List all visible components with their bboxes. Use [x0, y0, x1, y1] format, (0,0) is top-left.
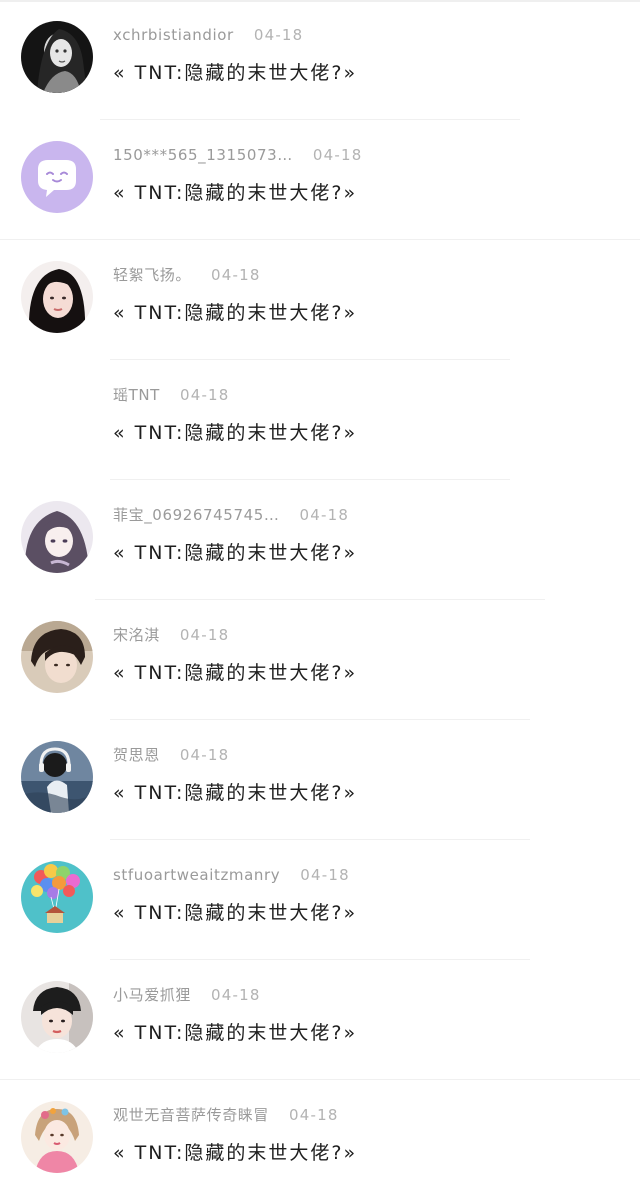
- comment-title[interactable]: « TNT:隐藏的末世大佬?»: [113, 1138, 357, 1168]
- comment-title[interactable]: « TNT:隐藏的末世大佬?»: [113, 538, 357, 568]
- username[interactable]: 小马爱抓狸: [113, 986, 191, 1004]
- list-item[interactable]: 观世无音菩萨传奇睐冒 04-18 « TNT:隐藏的末世大佬?»: [0, 1080, 640, 1177]
- comment-date: 04-18: [211, 266, 261, 284]
- username[interactable]: 轻絮飞扬。: [113, 266, 191, 284]
- comment-date: 04-18: [179, 746, 230, 764]
- username[interactable]: 宋洺淇: [113, 626, 160, 644]
- comment-list: xchrbistiandior 04-18 « TNT:隐藏的末世大佬?» 150…: [0, 0, 640, 1177]
- comment-date: 04-18: [179, 626, 230, 644]
- comment-date: 04-18: [253, 26, 304, 44]
- list-item[interactable]: stfuoartweaitzmanry 04-18 « TNT:隐藏的末世大佬?»: [0, 840, 640, 960]
- comment-date: 04-18: [179, 386, 230, 404]
- headphones-person-avatar-icon[interactable]: [21, 741, 93, 813]
- comment-title[interactable]: « TNT:隐藏的末世大佬?»: [113, 1018, 357, 1048]
- comment-title[interactable]: « TNT:隐藏的末世大佬?»: [113, 418, 357, 448]
- list-item[interactable]: 瑶TNT 04-18 « TNT:隐藏的末世大佬?»: [0, 360, 640, 480]
- girl-portrait-avatar-icon[interactable]: [21, 261, 93, 333]
- list-item[interactable]: 轻絮飞扬。 04-18 « TNT:隐藏的末世大佬?»: [0, 240, 640, 360]
- list-item[interactable]: 小马爱抓狸 04-18 « TNT:隐藏的末世大佬?»: [0, 960, 640, 1080]
- boy-with-hat-avatar-icon[interactable]: [21, 981, 93, 1053]
- username[interactable]: stfuoartweaitzmanry: [113, 866, 280, 884]
- comment-title[interactable]: « TNT:隐藏的末世大佬?»: [113, 58, 357, 88]
- comment-date: 04-18: [300, 866, 350, 884]
- comment-title[interactable]: « TNT:隐藏的末世大佬?»: [113, 778, 357, 808]
- username[interactable]: 观世无音菩萨传奇睐冒: [113, 1106, 269, 1124]
- comment-date: 04-18: [299, 506, 350, 524]
- username[interactable]: xchrbistiandior: [113, 26, 234, 44]
- username[interactable]: 贺思恩: [113, 746, 160, 764]
- comment-date: 04-18: [289, 1106, 339, 1124]
- comment-date: 04-18: [211, 986, 261, 1004]
- comment-date: 04-18: [312, 146, 363, 164]
- list-item[interactable]: 宋洺淇 04-18 « TNT:隐藏的末世大佬?»: [0, 600, 640, 720]
- username[interactable]: 150***565_1315073…: [113, 146, 293, 164]
- comment-title[interactable]: « TNT:隐藏的末世大佬?»: [113, 298, 357, 328]
- girl-dark-avatar-icon[interactable]: [21, 21, 93, 93]
- username[interactable]: 瑶TNT: [113, 386, 160, 404]
- comment-title[interactable]: « TNT:隐藏的末世大佬?»: [113, 658, 357, 688]
- anime-girl-avatar-icon[interactable]: [21, 501, 93, 573]
- list-item[interactable]: 150***565_1315073… 04-18 « TNT:隐藏的末世大佬?»: [0, 120, 640, 240]
- comment-title[interactable]: « TNT:隐藏的末世大佬?»: [113, 898, 357, 928]
- doll-pink-avatar-icon[interactable]: [21, 1101, 93, 1173]
- username[interactable]: 菲宝_06926745745…: [113, 506, 279, 524]
- list-item[interactable]: 菲宝_06926745745… 04-18 « TNT:隐藏的末世大佬?»: [0, 480, 640, 600]
- list-item[interactable]: 贺思恩 04-18 « TNT:隐藏的末世大佬?»: [0, 720, 640, 840]
- balloon-house-avatar-icon[interactable]: [21, 861, 93, 933]
- purple-chat-bubble-avatar-icon[interactable]: [21, 141, 93, 213]
- comment-title[interactable]: « TNT:隐藏的末世大佬?»: [113, 178, 357, 208]
- list-item[interactable]: xchrbistiandior 04-18 « TNT:隐藏的末世大佬?»: [0, 0, 640, 120]
- boy-closeup-avatar-icon[interactable]: [21, 621, 93, 693]
